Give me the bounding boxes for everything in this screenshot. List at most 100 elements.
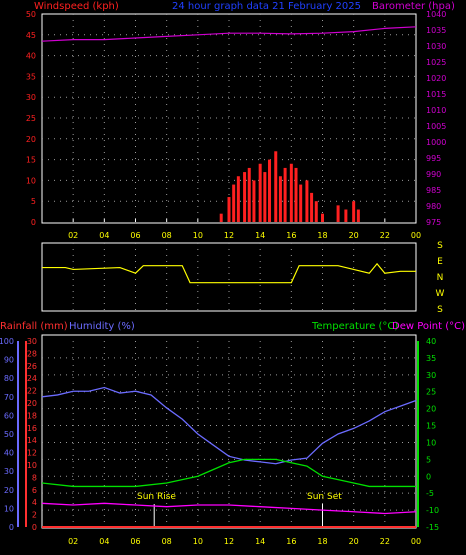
wind-y-tick: 20 bbox=[26, 135, 36, 144]
compass-label: N bbox=[437, 273, 444, 283]
wind-y-tick: 10 bbox=[26, 176, 36, 185]
temperature-line bbox=[41, 458, 416, 488]
windspeed-bar bbox=[243, 172, 247, 222]
wind-x-tick: 02 bbox=[68, 231, 78, 240]
dewpoint-axis-title: Dew Point (°C) bbox=[392, 321, 465, 332]
windspeed-bar bbox=[268, 159, 272, 222]
windspeed-bar bbox=[344, 209, 348, 222]
rain-y-tick: 16 bbox=[27, 424, 37, 433]
baro-y-tick: 985 bbox=[426, 186, 441, 195]
rain-y-tick: 20 bbox=[27, 399, 37, 408]
wind-x-tick: 12 bbox=[224, 231, 234, 240]
compass-label: S bbox=[437, 241, 443, 251]
rain-y-tick: 6 bbox=[32, 486, 37, 495]
windspeed-bar bbox=[274, 151, 278, 222]
wind-y-tick: 45 bbox=[26, 31, 36, 40]
temp-x-tick: 18 bbox=[317, 537, 327, 546]
temp-y-tick: 0 bbox=[426, 472, 431, 481]
windspeed-bar bbox=[305, 180, 309, 222]
baro-y-tick: 975 bbox=[426, 218, 441, 227]
weather-graph-screen: Windspeed (kph) 24 hour graph data 21 Fe… bbox=[0, 0, 466, 555]
windspeed-bar bbox=[236, 176, 240, 222]
humidity-y-tick: 90 bbox=[4, 356, 14, 365]
temp-y-tick: 35 bbox=[426, 354, 436, 363]
humidity-y-tick: 100 bbox=[0, 337, 14, 346]
temp-x-tick: 10 bbox=[193, 537, 203, 546]
baro-y-tick: 1035 bbox=[426, 26, 446, 35]
baro-y-tick: 990 bbox=[426, 170, 441, 179]
temp-x-tick: 04 bbox=[99, 537, 109, 546]
humidity-y-tick: 30 bbox=[4, 467, 14, 476]
rain-y-tick: 4 bbox=[32, 498, 37, 507]
rain-y-tick: 26 bbox=[27, 362, 37, 371]
windspeed-bar bbox=[278, 176, 282, 222]
windspeed-bar bbox=[321, 213, 324, 222]
temp-y-tick: -15 bbox=[426, 523, 439, 532]
windspeed-axis-title: Windspeed (kph) bbox=[34, 1, 119, 12]
rain-y-tick: 0 bbox=[32, 523, 37, 532]
windspeed-bar bbox=[299, 184, 303, 222]
rain-y-tick: 18 bbox=[27, 411, 37, 420]
compass-label: E bbox=[437, 257, 443, 267]
wind-x-tick: 08 bbox=[162, 231, 172, 240]
wind-y-tick: 0 bbox=[31, 218, 36, 227]
windspeed-bar bbox=[310, 192, 314, 222]
wind-x-tick: 06 bbox=[130, 231, 140, 240]
temp-y-tick: 20 bbox=[426, 405, 436, 414]
temp-y-tick: -10 bbox=[426, 506, 439, 515]
wind-x-tick: 14 bbox=[255, 231, 265, 240]
windspeed-bar bbox=[227, 197, 231, 222]
direction-panel-frame bbox=[41, 242, 417, 312]
windspeed-bar bbox=[314, 201, 318, 222]
wind-y-tick: 15 bbox=[26, 156, 36, 165]
rain-y-tick: 2 bbox=[32, 511, 37, 520]
windspeed-bar bbox=[247, 167, 251, 222]
wind-y-tick: 5 bbox=[31, 197, 36, 206]
rain-y-tick: 24 bbox=[27, 374, 37, 383]
baro-y-tick: 1025 bbox=[426, 58, 446, 67]
humidity-axis-title: Humidity (%) bbox=[69, 321, 135, 332]
temp-x-tick: 02 bbox=[68, 537, 78, 546]
rain-y-tick: 12 bbox=[27, 449, 37, 458]
windspeed-bar bbox=[252, 180, 256, 222]
rain-y-tick: 22 bbox=[27, 387, 37, 396]
temp-x-tick: 22 bbox=[380, 537, 390, 546]
humidity-y-tick: 80 bbox=[4, 374, 14, 383]
baro-y-tick: 1020 bbox=[426, 74, 446, 83]
temp-x-tick: 16 bbox=[286, 537, 296, 546]
wind-y-tick: 25 bbox=[26, 114, 36, 123]
humidity-y-tick: 10 bbox=[4, 504, 14, 513]
humidity-y-tick: 60 bbox=[4, 411, 14, 420]
barometer-line bbox=[41, 26, 417, 42]
windspeed-bar bbox=[258, 163, 262, 222]
weather-charts: Windspeed (kph) 24 hour graph data 21 Fe… bbox=[0, 1, 465, 546]
baro-y-tick: 980 bbox=[426, 202, 441, 211]
temp-y-tick: 40 bbox=[426, 337, 436, 346]
baro-y-tick: 1015 bbox=[426, 90, 446, 99]
wind-x-tick: 16 bbox=[286, 231, 296, 240]
baro-y-tick: 1005 bbox=[426, 122, 446, 131]
humidity-y-tick: 0 bbox=[9, 523, 14, 532]
baro-y-tick: 1030 bbox=[426, 42, 446, 51]
temperature-axis-title: Temperature (°C) bbox=[311, 321, 398, 332]
temp-y-tick: 5 bbox=[426, 455, 431, 464]
temp-y-tick: 15 bbox=[426, 422, 436, 431]
wind-y-tick: 30 bbox=[26, 93, 36, 102]
humidity-y-tick: 70 bbox=[4, 393, 14, 402]
baro-y-tick: 1040 bbox=[426, 10, 446, 19]
windspeed-bar bbox=[352, 201, 356, 222]
windspeed-bar bbox=[289, 163, 293, 222]
rainfall-axis-title: Rainfall (mm) bbox=[0, 321, 68, 332]
rain-y-tick: 28 bbox=[27, 349, 37, 358]
wind-y-tick: 40 bbox=[26, 52, 36, 61]
temp-x-tick: 08 bbox=[162, 537, 172, 546]
humidity-y-tick: 40 bbox=[4, 449, 14, 458]
wind-x-tick: 20 bbox=[349, 231, 359, 240]
dewpoint-line bbox=[41, 502, 417, 515]
temp-y-tick: 30 bbox=[426, 371, 436, 380]
baro-y-tick: 1000 bbox=[426, 138, 446, 147]
wind-y-tick: 50 bbox=[26, 10, 36, 19]
windspeed-bar bbox=[263, 172, 267, 222]
humidity-y-tick: 20 bbox=[4, 486, 14, 495]
temp-y-tick: 10 bbox=[426, 438, 436, 447]
